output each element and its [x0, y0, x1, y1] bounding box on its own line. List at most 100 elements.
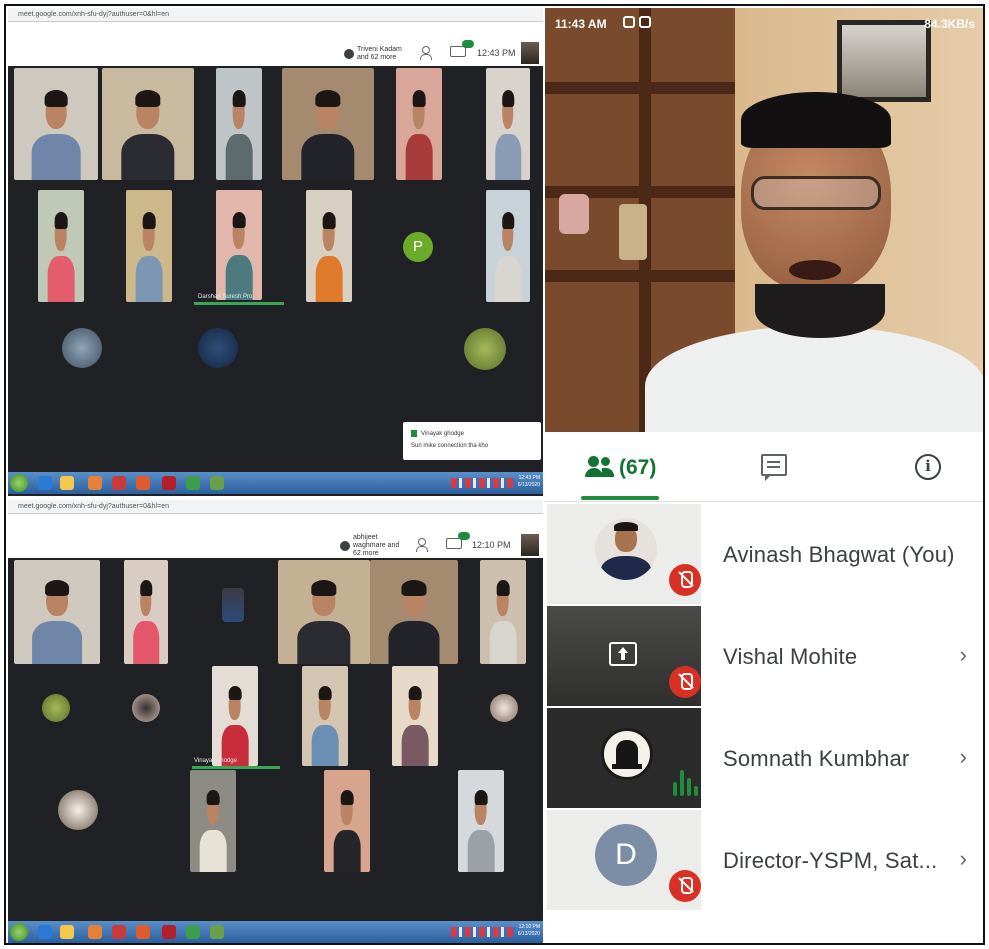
participant-tile[interactable] — [212, 666, 258, 766]
participant-name: Director-YSPM, Sat... — [723, 848, 938, 873]
windows-taskbar: 12:43 PM 6/13/2020 — [8, 472, 543, 494]
participant-tile[interactable] — [216, 190, 262, 300]
participant-row[interactable]: Avinash Bhagwat (You) — [545, 504, 983, 604]
chat-badge — [462, 40, 474, 48]
start-button[interactable] — [10, 474, 28, 492]
address-bar[interactable]: meet.google.com/xnh-sfu-dyj?authuser=0&h… — [8, 8, 543, 22]
self-view-thumbnail[interactable] — [521, 42, 539, 64]
participant-tile[interactable] — [480, 560, 526, 664]
info-icon: i — [915, 454, 941, 480]
chat-icon[interactable] — [450, 40, 474, 57]
system-tray[interactable] — [451, 478, 515, 488]
taskbar-clock[interactable]: 12:43 PM 6/13/2020 — [518, 475, 540, 489]
taskbar-clock[interactable]: 12:10 PM 6/13/2020 — [518, 924, 540, 938]
participant-tile[interactable] — [216, 68, 262, 180]
participant-avatar-initial[interactable]: P — [403, 232, 433, 262]
participant-tile[interactable] — [190, 770, 236, 872]
people-icon[interactable] — [420, 46, 436, 60]
chat-notification[interactable]: Vinayak ghodge Sun mike connection tha k… — [403, 422, 541, 460]
participant-tile[interactable] — [306, 190, 352, 302]
taskbar-time: 12:43 PM — [518, 475, 540, 481]
participant-avatar — [595, 518, 657, 580]
status-notification-icons — [623, 16, 659, 30]
participant-tile[interactable] — [102, 68, 194, 180]
participant-tile[interactable] — [392, 666, 438, 766]
participant-tile[interactable] — [370, 560, 458, 664]
windows-taskbar: 12:10 PM 6/13/2020 — [8, 921, 543, 943]
participant-tile[interactable] — [486, 190, 530, 302]
media-player-icon[interactable] — [88, 476, 102, 490]
tab-people[interactable]: (67) — [581, 432, 661, 502]
participant-tile[interactable] — [458, 770, 504, 872]
address-bar[interactable]: meet.google.com/xnh-sfu-dyj?authuser=0&h… — [8, 500, 543, 514]
pinned-presenter-label: Triveni Kadam and 62 more — [357, 46, 402, 61]
chrome-icon[interactable] — [186, 925, 200, 939]
pinned-presenter[interactable]: Triveni Kadam and 62 more — [344, 44, 407, 64]
meet-tabs: (67) i — [545, 432, 983, 502]
tab-chat[interactable] — [761, 432, 791, 502]
participant-tile[interactable] — [124, 560, 168, 664]
people-icon[interactable] — [416, 538, 432, 552]
acrobat-icon[interactable] — [162, 925, 176, 939]
speaking-audio-icon — [673, 770, 698, 796]
chevron-right-icon[interactable]: › — [960, 744, 967, 770]
chevron-right-icon[interactable]: › — [960, 642, 967, 668]
participant-row[interactable]: D Director-YSPM, Sat... › — [545, 810, 983, 910]
taskbar-date: 6/13/2020 — [517, 482, 540, 488]
collage-frame: meet.google.com/xnh-sfu-dyj?authuser=0&h… — [4, 4, 985, 945]
media-player-icon[interactable] — [88, 925, 102, 939]
muted-mic-icon — [669, 666, 701, 698]
participant-tile[interactable] — [14, 560, 100, 664]
decor-item — [559, 194, 589, 234]
chat-icon[interactable] — [446, 532, 470, 549]
pdf-icon[interactable] — [112, 476, 126, 490]
tab-info[interactable]: i — [915, 432, 945, 502]
participant-tile[interactable] — [486, 68, 530, 180]
participant-tile[interactable] — [126, 190, 172, 302]
ie-icon[interactable] — [38, 476, 52, 490]
powerpoint-icon[interactable] — [136, 925, 150, 939]
participant-row[interactable]: Somnath Kumbhar › — [545, 708, 983, 808]
self-view-thumbnail[interactable] — [521, 534, 539, 556]
ie-icon[interactable] — [38, 925, 52, 939]
participant-avatar[interactable] — [132, 694, 160, 722]
speaker-video[interactable]: 11:43 AM 84.3KB/s — [545, 8, 983, 432]
participant-tile[interactable] — [282, 68, 374, 180]
participant-avatar[interactable] — [222, 588, 244, 622]
participant-avatar[interactable] — [62, 328, 102, 368]
participant-tile[interactable] — [396, 68, 442, 180]
start-button[interactable] — [10, 923, 28, 941]
participant-tile[interactable] — [324, 770, 370, 872]
folder-icon[interactable] — [60, 476, 74, 490]
app-icon[interactable] — [210, 925, 224, 939]
chat-icon — [761, 454, 787, 481]
participant-row[interactable]: Vishal Mohite › — [545, 606, 983, 706]
chevron-right-icon[interactable]: › — [960, 846, 967, 872]
participant-tile[interactable] — [278, 560, 370, 664]
participant-avatar[interactable] — [464, 328, 506, 370]
system-tray[interactable] — [451, 927, 515, 937]
speaking-name-label: Darshan Suresh Pro — [198, 294, 253, 300]
participant-avatar[interactable] — [198, 328, 238, 368]
participant-thumbnail — [547, 708, 701, 808]
acrobat-icon[interactable] — [162, 476, 176, 490]
pinned-presenter-label: abhijeet waghmare and 62 more — [353, 534, 400, 557]
people-count: (67) — [619, 456, 657, 479]
speaker-hair — [741, 92, 891, 148]
folder-icon[interactable] — [60, 925, 74, 939]
pinned-presenter[interactable]: abhijeet waghmare and 62 more — [340, 534, 409, 557]
phone-meet-screen: 11:43 AM 84.3KB/s (67) i Avinash Bhagwat… — [545, 8, 983, 943]
presenter-icon — [344, 49, 354, 59]
chrome-icon[interactable] — [186, 476, 200, 490]
meet-clock: 12:43 PM — [477, 48, 516, 58]
participant-avatar[interactable] — [490, 694, 518, 722]
participant-tile[interactable] — [14, 68, 98, 180]
participant-tile[interactable] — [38, 190, 84, 302]
participant-avatar[interactable] — [58, 790, 98, 830]
powerpoint-icon[interactable] — [136, 476, 150, 490]
pdf-icon[interactable] — [112, 925, 126, 939]
app-icon[interactable] — [210, 476, 224, 490]
participant-tile[interactable] — [302, 666, 348, 766]
participant-thumbnail — [547, 606, 701, 706]
participant-avatar[interactable] — [42, 694, 70, 722]
